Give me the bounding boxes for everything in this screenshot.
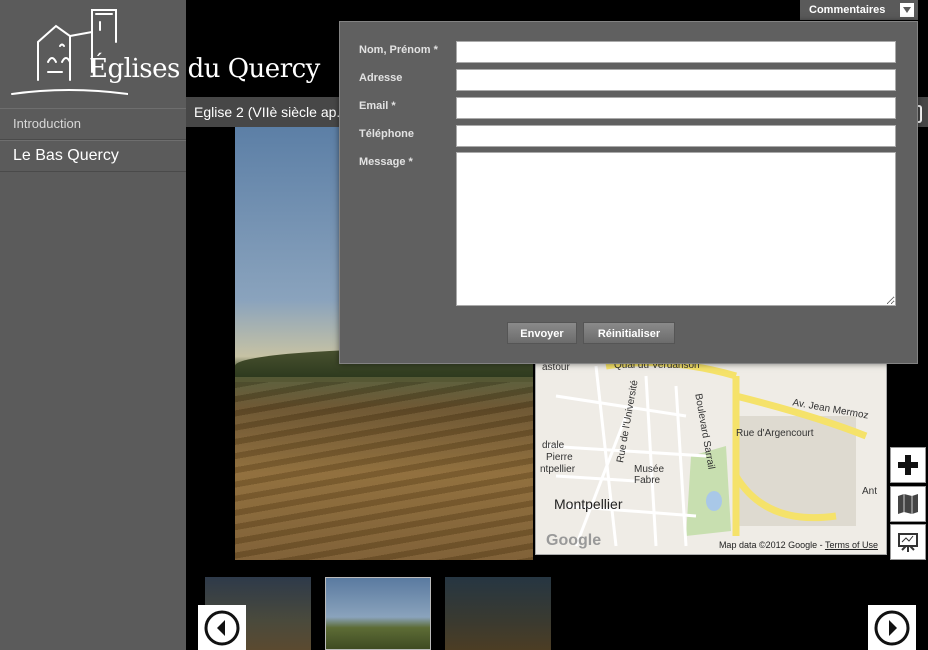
map-button[interactable]: [890, 486, 926, 522]
thumbnail-3[interactable]: [445, 577, 551, 650]
phone-field[interactable]: [456, 125, 896, 147]
site-title: Églises du Quercy: [89, 54, 320, 84]
message-field[interactable]: [456, 152, 896, 306]
google-logo: Google: [546, 532, 602, 549]
map-label-street: Rue d'Argencourt: [736, 428, 814, 439]
message-label: Message *: [359, 156, 413, 168]
easel-icon: [898, 533, 918, 552]
chevron-down-icon[interactable]: [900, 3, 914, 17]
sidebar-nav: Introduction Le Bas Quercy: [0, 108, 186, 172]
photo-field: [235, 382, 533, 560]
name-field[interactable]: [456, 41, 896, 63]
email-label: Email *: [359, 100, 396, 112]
phone-label: Téléphone: [359, 128, 415, 140]
map-label-museum: Musée Fabre: [634, 464, 665, 486]
comment-form: Nom, Prénom * Adresse Email * Téléphone …: [339, 21, 918, 364]
map-credit: Map data ©2012 Google - Terms of Use: [718, 540, 878, 550]
comments-tab-label: Commentaires: [809, 4, 886, 16]
comments-tab[interactable]: Commentaires: [800, 0, 918, 20]
reset-button[interactable]: Réinitialiser: [583, 322, 675, 344]
email-field[interactable]: [456, 97, 896, 119]
thumbnail-2[interactable]: [325, 577, 431, 650]
map-label-place: Pierre: [546, 452, 573, 463]
presentation-button[interactable]: [890, 524, 926, 560]
name-label: Nom, Prénom *: [359, 44, 438, 56]
sidebar-item-introduction[interactable]: Introduction: [0, 108, 186, 140]
map-label-place: drale: [542, 440, 565, 451]
church-title: Eglise 2 (VIIè siècle ap.: [194, 104, 341, 120]
terms-of-use-link[interactable]: Terms of Use: [825, 540, 878, 550]
arrow-left-icon: [204, 610, 240, 645]
address-field[interactable]: [456, 69, 896, 91]
zoom-in-button[interactable]: [890, 447, 926, 483]
zoom-plus-icon: [898, 455, 918, 475]
map-icon: [898, 494, 918, 514]
location-map[interactable]: Quai du Verdanson Av. Jean Mermoz Rue d'…: [535, 355, 887, 555]
map-city-label: Montpellier: [554, 496, 623, 512]
sidebar-item-le-bas-quercy[interactable]: Le Bas Quercy: [0, 140, 186, 172]
site-logo[interactable]: Églises du Quercy: [0, 0, 320, 108]
address-label: Adresse: [359, 72, 403, 84]
map-label-place: Ant: [862, 486, 878, 497]
submit-button[interactable]: Envoyer: [507, 322, 577, 344]
sidebar: Églises du Quercy Introduction Le Bas Qu…: [0, 0, 320, 650]
next-button[interactable]: [868, 605, 916, 650]
previous-button[interactable]: [198, 605, 246, 650]
map-data-credit: Map data ©2012 Google: [718, 540, 818, 550]
map-label-place: ntpellier: [540, 464, 576, 475]
arrow-right-icon: [874, 610, 910, 645]
